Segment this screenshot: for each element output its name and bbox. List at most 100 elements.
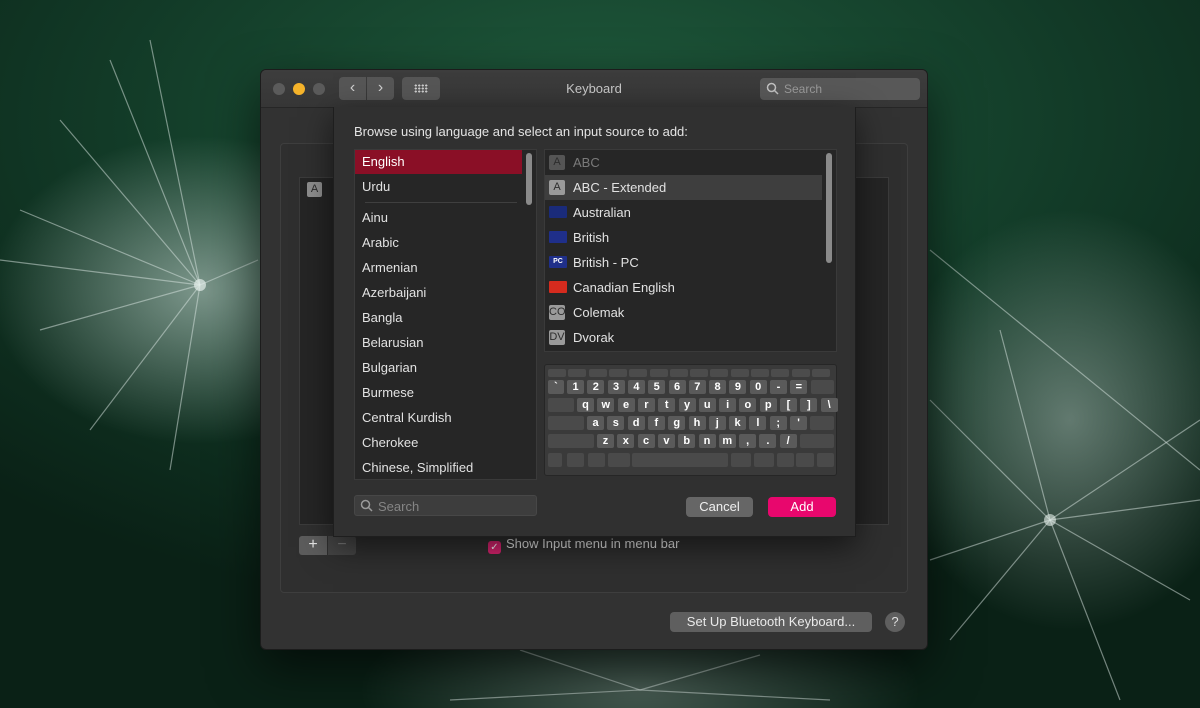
input-source-item[interactable]: Australian — [545, 200, 822, 225]
abc-icon: A — [307, 182, 322, 197]
input-source-item[interactable]: Canadian English — [545, 275, 822, 300]
keyboard-key: 6 — [668, 380, 686, 394]
search-icon — [360, 499, 373, 512]
keyboard-key: e — [617, 398, 635, 412]
keyboard-key: d — [627, 416, 645, 430]
keyboard-blank-key — [548, 398, 574, 412]
keyboard-blank-key — [796, 453, 814, 467]
add-button[interactable]: Add — [768, 497, 836, 517]
show-input-menu-checkbox[interactable]: ✓ Show Input menu in menu bar — [488, 536, 679, 554]
colemak-icon: CO — [549, 305, 566, 320]
keyboard-key: g — [668, 416, 686, 430]
keyboard-key: c — [637, 434, 655, 448]
keyboard-key: 9 — [729, 380, 747, 394]
keyboard-key: u — [698, 398, 716, 412]
keyboard-key: 2 — [587, 380, 605, 394]
keyboard-key: 3 — [607, 380, 625, 394]
keyboard-blank-key — [567, 453, 584, 467]
keyboard-key: w — [597, 398, 615, 412]
language-item[interactable]: Urdu — [355, 175, 522, 199]
keyboard-key: , — [739, 434, 757, 448]
keyboard-blank-key — [649, 369, 668, 377]
language-item[interactable]: Central Kurdish — [355, 406, 522, 430]
input-source-label: Colemak — [573, 305, 625, 320]
keyboard-blank-key — [608, 453, 630, 467]
source-scrollbar[interactable] — [823, 150, 835, 351]
input-source-item[interactable]: PC British - PC — [545, 250, 822, 275]
input-source-item[interactable]: DV Dvorak — [545, 325, 822, 350]
keyboard-blank-key — [690, 369, 709, 377]
keyboard-key: k — [729, 416, 747, 430]
language-item[interactable]: Ainu — [355, 206, 522, 230]
remove-source-button[interactable]: − — [328, 536, 356, 555]
language-item[interactable]: Cherokee — [355, 431, 522, 455]
input-source-label: Australian — [573, 205, 631, 220]
keyboard-blank-key — [777, 453, 794, 467]
keyboard-key: / — [779, 434, 797, 448]
checkmark-icon[interactable]: ✓ — [488, 541, 501, 554]
language-search-field[interactable]: Search — [354, 495, 537, 516]
keyboard-blank-key — [730, 369, 749, 377]
language-list[interactable]: English Urdu Ainu Arabic Armenian Azerbaijani… — [354, 149, 537, 480]
language-scrollbar[interactable] — [523, 150, 535, 479]
abc-extended-icon: A — [549, 180, 565, 195]
uk-flag-icon — [549, 231, 567, 243]
language-item[interactable]: Chinese, Simplified — [355, 456, 522, 479]
keyboard-blank-key — [548, 416, 584, 430]
canada-flag-icon — [549, 281, 567, 293]
keyboard-key: ' — [790, 416, 807, 430]
keyboard-blank-key — [754, 453, 774, 467]
cancel-button[interactable]: Cancel — [686, 497, 753, 517]
language-item[interactable]: Arabic — [355, 231, 522, 255]
keyboard-key: s — [607, 416, 625, 430]
source-scroll-thumb[interactable] — [826, 153, 832, 263]
keyboard-blank-key — [548, 434, 594, 448]
keyboard-key: v — [657, 434, 675, 448]
keyboard-key: 5 — [648, 380, 666, 394]
language-item[interactable]: Burmese — [355, 381, 522, 405]
keyboard-key: h — [688, 416, 706, 430]
keyboard-key: 7 — [688, 380, 706, 394]
input-source-item[interactable]: A ABC — [545, 150, 822, 175]
keyboard-key: 4 — [627, 380, 645, 394]
input-source-item[interactable]: A ABC - Extended — [545, 175, 822, 200]
keyboard-key: 1 — [567, 380, 584, 394]
preferences-search-field[interactable]: Search — [760, 78, 920, 100]
title-bar: ‹ › Keyboard Search — [261, 70, 927, 108]
input-source-item[interactable]: CO Colemak — [545, 300, 822, 325]
abc-icon: A — [549, 155, 565, 170]
keyboard-blank-key — [810, 380, 834, 394]
add-input-source-sheet: Browse using language and select an inpu… — [333, 107, 856, 537]
keyboard-blank-key — [710, 369, 729, 377]
keyboard-key: - — [770, 380, 787, 394]
setup-bluetooth-keyboard-button[interactable]: Set Up Bluetooth Keyboard... — [670, 612, 872, 632]
keyboard-key: r — [637, 398, 655, 412]
language-item[interactable]: Azerbaijani — [355, 281, 522, 305]
uk-pc-flag-icon: PC — [549, 256, 567, 268]
keyboard-key: x — [617, 434, 635, 448]
language-item[interactable]: English — [355, 150, 522, 174]
input-source-label: ABC — [573, 155, 600, 170]
input-source-label: Dvorak — [573, 330, 615, 345]
add-source-button[interactable]: + — [299, 536, 327, 555]
dvorak-icon: DV — [549, 330, 565, 345]
keyboard-key: 0 — [749, 380, 767, 394]
keyboard-blank-key — [548, 453, 562, 467]
keyboard-key: b — [678, 434, 696, 448]
language-item[interactable]: Bulgarian — [355, 356, 522, 380]
input-source-item[interactable]: British — [545, 225, 822, 250]
language-scroll-thumb[interactable] — [526, 153, 532, 205]
australia-flag-icon — [549, 206, 567, 218]
language-item[interactable]: Armenian — [355, 256, 522, 280]
help-button[interactable]: ? — [885, 612, 905, 632]
keyboard-key: 8 — [709, 380, 727, 394]
language-item[interactable]: Belarusian — [355, 331, 522, 355]
keyboard-blank-key — [751, 369, 769, 377]
keyboard-key: ] — [800, 398, 818, 412]
keyboard-key: a — [587, 416, 604, 430]
input-source-list[interactable]: A ABC A ABC - Extended Australian British PC Br… — [544, 149, 837, 352]
keyboard-layout-preview: ` 1 2 3 4 5 6 7 8 9 0- = q w e r t y u i o p[] \ a s d f g h j k l; ' z x c… — [544, 364, 838, 476]
keyboard-blank-key — [608, 369, 627, 377]
keyboard-key: ` — [548, 380, 564, 394]
language-item[interactable]: Bangla — [355, 306, 522, 330]
